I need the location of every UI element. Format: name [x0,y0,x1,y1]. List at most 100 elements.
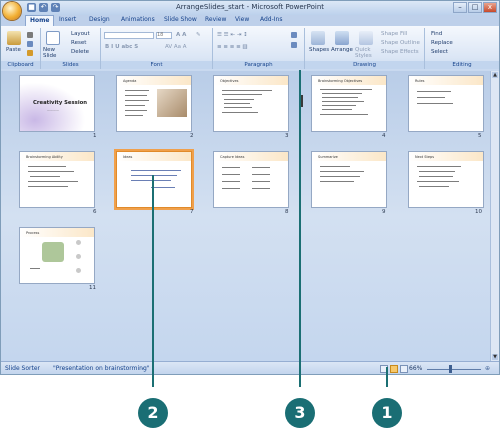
copy-icon[interactable] [27,41,33,47]
font-name-box[interactable] [104,32,154,39]
maximize-button[interactable]: □ [468,2,482,13]
paste-icon[interactable] [7,31,21,45]
slide-title: Agenda [123,79,137,83]
format-painter-icon[interactable] [27,50,33,56]
paste-label[interactable]: Paste [6,47,21,53]
grow-font-icon[interactable]: A A [176,32,186,38]
slide-thumbnail-9[interactable]: Summarize [311,151,387,208]
callout-line-1 [386,367,388,387]
paragraph-group: ☰ ☰ ⇤ ⇥ ↕ ≡ ≡ ≡ ≡ ▥ Paragraph [213,28,305,69]
reset-button[interactable]: Reset [71,40,86,46]
shape-outline-button[interactable]: Shape Outline [381,40,420,46]
slide-thumbnail-1[interactable]: Creativity Session ———— [19,75,95,132]
text-line [125,90,149,91]
list-icons[interactable]: ☰ ☰ ⇤ ⇥ ↕ [217,32,248,38]
callout-line-2 [152,175,154,387]
slide-number: 4 [382,133,386,139]
tab-add-ins[interactable]: Add-Ins [260,16,282,23]
quick-styles-button[interactable]: Quick Styles [355,47,377,59]
find-button[interactable]: Find [431,31,442,37]
select-button[interactable]: Select [431,49,448,55]
slide-title: Creativity Session [33,100,88,106]
slides-group: New Slide Layout Reset Delete Slides [41,28,101,69]
text-line [125,105,145,106]
shape-fill-button[interactable]: Shape Fill [381,31,407,37]
font-size-box[interactable]: 18 [156,32,172,39]
shapes-button[interactable]: Shapes [309,47,329,53]
replace-button[interactable]: Replace [431,40,453,46]
text-line [419,171,455,172]
tab-review[interactable]: Review [205,16,226,23]
slide-thumbnail-3[interactable]: Objectives [213,75,289,132]
font-color-icons[interactable]: AV Aa A [165,44,187,50]
slide-show-view-button[interactable] [400,365,408,373]
slide-sorter-view-button[interactable] [390,365,398,373]
new-slide-button[interactable]: New Slide [43,47,65,59]
slide-thumbnail-7[interactable]: Ideas [116,151,192,208]
layout-button[interactable]: Layout [71,31,90,37]
text-direction-icon[interactable] [291,32,297,38]
slide-thumbnail-8[interactable]: Capture Ideas [213,151,289,208]
slide-number: 9 [382,209,386,215]
editing-group: Find Replace Select Editing [425,28,499,69]
scroll-down-arrow[interactable]: ▼ [492,354,498,360]
tab-slide-show[interactable]: Slide Show [164,16,197,23]
text-line [417,166,461,167]
text-line [28,186,68,187]
vertical-scrollbar[interactable]: ▲ ▼ [490,71,499,361]
text-line [322,101,364,102]
title-bar: ■ ↶ ↷ ArrangeSlides_start - Microsoft Po… [1,1,499,15]
callout-2: 2 [138,398,168,428]
status-bar: Slide Sorter "Presentation on brainstorm… [1,361,499,374]
text-line [222,94,262,95]
office-button[interactable] [3,2,21,20]
shape-effects-button[interactable]: Shape Effects [381,49,419,55]
drawing-group: Shapes Arrange Quick Styles Shape Fill S… [305,28,425,69]
fit-window-icon[interactable]: ⊕ [485,365,490,372]
slides-group-label: Slides [41,61,100,69]
slide-thumbnail-10[interactable]: Next Steps [408,151,484,208]
slide-title: Summarize [318,155,338,159]
process-dot [76,254,81,259]
quick-styles-icon[interactable] [359,31,373,45]
text-line [417,181,459,182]
close-button[interactable]: x [483,2,497,13]
scroll-up-arrow[interactable]: ▲ [492,72,498,78]
slide-number: 7 [190,209,194,215]
zoom-slider-thumb[interactable] [449,365,452,373]
text-line [131,175,177,176]
minimize-button[interactable]: – [453,2,467,13]
text-line [320,114,368,115]
slide-thumbnail-6[interactable]: Brainstorming Ability [19,151,95,208]
tab-home[interactable]: Home [25,15,55,26]
clear-format-icon[interactable]: ✎ [196,32,201,38]
tab-insert[interactable]: Insert [59,16,76,23]
text-line [224,103,250,104]
slide-thumbnail-4[interactable]: Brainstorming Objectives [311,75,387,132]
shapes-icon[interactable] [311,31,325,45]
slide-thumbnail-2[interactable]: Agenda [116,75,192,132]
slide-subtitle: ———— [47,108,59,112]
tab-design[interactable]: Design [89,16,110,23]
text-line [30,268,40,269]
delete-button[interactable]: Delete [71,49,89,55]
font-style-icons[interactable]: B I U abc S [105,44,138,50]
slide-title: Next Steps [415,155,435,159]
tab-animations[interactable]: Animations [121,16,155,23]
tab-view[interactable]: View [235,16,249,23]
text-line [322,93,362,94]
spelling-icon[interactable]: ✔ [141,365,146,372]
align-text-icon[interactable] [291,42,297,48]
cut-icon[interactable] [27,32,33,38]
slide-sorter-pane: Creativity Session ———— 1 Agenda 2 Objec… [1,71,499,361]
slide-title: Rules [415,79,425,83]
text-line [320,89,372,90]
align-icons[interactable]: ≡ ≡ ≡ ≡ ▥ [217,44,248,50]
slide-thumbnail-11[interactable]: Process [19,227,95,284]
zoom-slider[interactable] [427,369,481,370]
new-slide-icon[interactable] [46,31,60,45]
arrange-button[interactable]: Arrange [331,47,353,53]
slide-thumbnail-5[interactable]: Rules [408,75,484,132]
arrange-icon[interactable] [335,31,349,45]
text-line [322,105,356,106]
